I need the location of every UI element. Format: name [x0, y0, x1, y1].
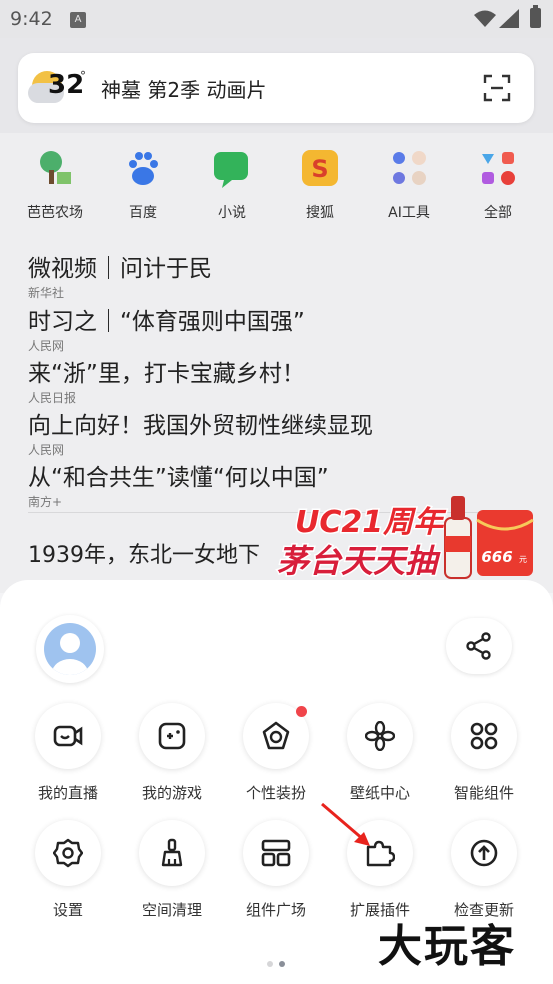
menu-check-update[interactable]: 检查更新 [439, 820, 529, 920]
all-apps-grid-icon [482, 152, 515, 185]
menu-smart-widget[interactable]: 智能组件 [439, 703, 529, 803]
farm-tree-icon [40, 151, 71, 184]
user-avatar[interactable] [36, 615, 104, 683]
page-indicator [264, 952, 288, 971]
menu-space-clean[interactable]: 空间清理 [127, 820, 217, 920]
shortcut-baidu[interactable]: 百度 [108, 148, 178, 222]
news-headline[interactable]: 从“和合共生”读懂“何以中国” [28, 458, 528, 492]
shortcut-label: 全部 [484, 205, 512, 221]
wifi-icon [474, 10, 496, 27]
menu-icon-button[interactable] [35, 820, 101, 886]
menu-label: 智能组件 [453, 784, 514, 802]
shortcut-all[interactable]: 全部 [463, 148, 533, 222]
envelope-unit: 元 [519, 555, 527, 564]
promo-graphic: UC21周年 茅台天天抽 666 元 [276, 496, 534, 582]
smart-widget-icon [470, 722, 498, 750]
page-dot-active [279, 961, 285, 967]
menu-label: 设置 [52, 901, 83, 919]
menu-label: 空间清理 [141, 901, 202, 919]
news-headline[interactable]: 微视频｜问计于民 [28, 249, 528, 283]
status-time: 9:42 [10, 8, 53, 30]
red-envelope-icon: 666 元 [476, 510, 534, 576]
news-source: 人民日报 [28, 391, 77, 405]
promo-line2: 茅台天天抽 [277, 542, 441, 580]
menu-personalize[interactable]: 个性装扮 [231, 703, 321, 803]
signal-icon [499, 9, 519, 28]
shortcut-label: AI工具 [388, 205, 430, 221]
menu-settings[interactable]: 设置 [23, 820, 113, 920]
status-bar: 9:42 A [0, 0, 553, 38]
sohu-icon: S [302, 150, 338, 186]
news-headline[interactable]: 时习之｜“体育强则中国强” [28, 302, 528, 336]
shortcut-novel[interactable]: 小说 [197, 148, 267, 222]
news-headline[interactable]: 来“浙”里，打卡宝藏乡村！ [28, 354, 528, 388]
notification-dot [296, 706, 307, 717]
menu-icon-button[interactable] [451, 703, 517, 769]
degree-symbol: ° [80, 69, 86, 83]
avatar-image [44, 623, 96, 675]
ai-tools-grid-icon [393, 151, 426, 185]
news-headline[interactable]: 向上向好！我国外贸韧性继续显现 [28, 406, 528, 440]
shortcut-label: 芭芭农场 [27, 205, 83, 221]
menu-label: 我的直播 [37, 784, 98, 802]
menu-my-live[interactable]: 我的直播 [23, 703, 113, 803]
search-bar[interactable]: 32 ° 神墓 第2季 动画片 [18, 53, 534, 123]
menu-icon-button[interactable] [139, 820, 205, 886]
update-arrow-icon [470, 839, 498, 867]
svg-text:S: S [311, 155, 328, 183]
menu-label: 我的游戏 [141, 784, 202, 802]
news-source: 新华社 [28, 286, 65, 300]
menu-wallpaper[interactable]: 壁纸中心 [335, 703, 425, 803]
menu-icon-button[interactable] [451, 820, 517, 886]
shortcut-sohu[interactable]: S 搜狐 [285, 148, 355, 222]
menu-icon-button[interactable] [243, 703, 309, 769]
menu-label: 组件广场 [245, 901, 306, 919]
news-item[interactable]: 微视频｜问计于民 新华社 [28, 249, 528, 301]
sim-icon: A [70, 12, 86, 28]
theme-decorate-icon [262, 721, 290, 750]
shortcut-row: 芭芭农场 百度 小说 S 搜狐 AI工具 全部 [0, 148, 553, 228]
novel-chat-icon [214, 152, 248, 188]
promo-banner[interactable]: UC21周年 茅台天天抽 666 元 [265, 490, 545, 585]
page-dot [267, 961, 273, 967]
shortcut-ai-tools[interactable]: AI工具 [374, 148, 444, 222]
menu-icon-button[interactable] [35, 703, 101, 769]
settings-gear-icon [53, 838, 83, 868]
menu-label: 个性装扮 [245, 784, 306, 802]
news-source: 人民网 [28, 339, 65, 353]
pointer-arrow-icon [321, 802, 370, 846]
menu-icon-button[interactable] [139, 703, 205, 769]
watermark: 大玩客 [378, 921, 516, 972]
feed-headline[interactable]: 1939年，东北一女地下 [28, 537, 260, 569]
user-silhouette-icon [52, 633, 88, 675]
scan-icon[interactable] [483, 74, 511, 102]
shortcut-farm[interactable]: 芭芭农场 [20, 148, 90, 222]
live-camera-icon [53, 725, 83, 747]
widget-layout-icon [261, 839, 291, 867]
news-item[interactable]: 时习之｜“体育强则中国强” 人民网 [28, 302, 528, 354]
broom-clean-icon [161, 838, 183, 867]
shortcut-label: 百度 [129, 205, 157, 221]
baidu-paw-icon [129, 152, 158, 185]
menu-my-games[interactable]: 我的游戏 [127, 703, 217, 803]
shortcut-label: 小说 [218, 205, 246, 221]
wallpaper-flower-icon [365, 721, 395, 751]
search-query[interactable]: 神墓 第2季 动画片 [101, 74, 266, 103]
news-item[interactable]: 向上向好！我国外贸韧性继续显现 人民网 [28, 406, 528, 458]
promo-line1: UC21周年 [295, 505, 447, 540]
weather-temperature[interactable]: 32 [48, 70, 84, 100]
news-source: 人民网 [28, 443, 65, 457]
moutai-bottle-icon [444, 496, 472, 579]
menu-icon-button[interactable] [347, 703, 413, 769]
menu-icon-button[interactable] [243, 820, 309, 886]
shortcut-label: 搜狐 [306, 205, 334, 221]
share-icon [466, 632, 491, 660]
envelope-value: 666 [481, 548, 512, 566]
share-button[interactable] [446, 618, 512, 674]
menu-widget-square[interactable]: 组件广场 [231, 820, 321, 920]
game-controller-icon [158, 722, 186, 750]
battery-icon [530, 5, 541, 28]
news-item[interactable]: 来“浙”里，打卡宝藏乡村！ 人民日报 [28, 354, 528, 406]
